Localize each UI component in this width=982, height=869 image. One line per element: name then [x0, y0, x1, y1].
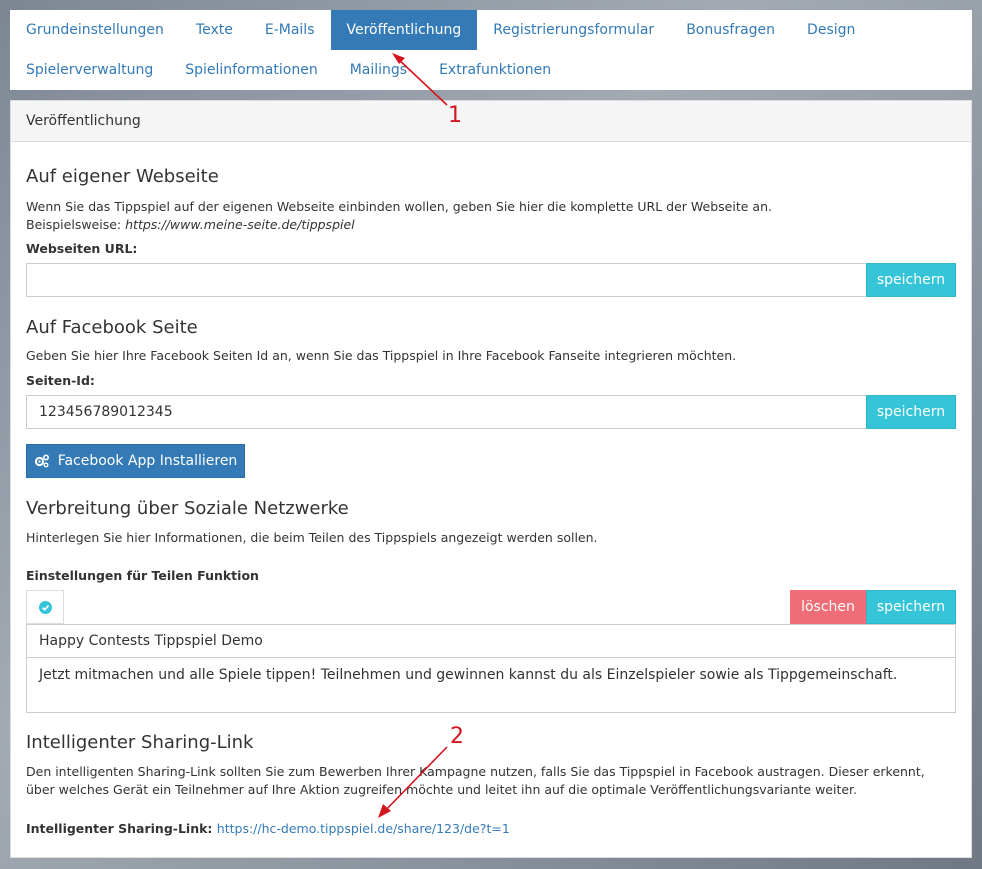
website-description: Wenn Sie das Tippspiel auf der eigenen W… [26, 199, 772, 214]
tab-bonusfragen[interactable]: Bonusfragen [670, 10, 791, 50]
website-url-input[interactable] [26, 263, 866, 297]
tab-texte[interactable]: Texte [180, 10, 249, 50]
share-settings-label: Einstellungen für Teilen Funktion [26, 568, 259, 583]
annotation-label-1: 1 [448, 103, 462, 128]
facebook-save-button[interactable]: speichern [866, 395, 956, 429]
share-delete-button[interactable]: löschen [790, 590, 866, 624]
share-toolbar: löschen speichern [26, 590, 956, 624]
facebook-id-label: Seiten-Id: [26, 373, 95, 388]
facebook-id-input[interactable]: 123456789012345 [26, 395, 866, 429]
tab-mailings[interactable]: Mailings [334, 50, 423, 90]
gears-icon [34, 454, 49, 468]
tab-spielerverwaltung[interactable]: Spielerverwaltung [10, 50, 169, 90]
sharing-link-description: Den intelligenten Sharing-Link sollten S… [26, 764, 925, 797]
website-url-group: speichern [26, 263, 956, 297]
website-save-button[interactable]: speichern [866, 263, 956, 297]
tab-design[interactable]: Design [791, 10, 871, 50]
tab-veroeffentlichung[interactable]: Veröffentlichung [330, 10, 478, 50]
share-title-input[interactable]: Happy Contests Tippspiel Demo [26, 624, 956, 658]
tab-registrierungsformular[interactable]: Registrierungsformular [477, 10, 670, 50]
facebook-description: Geben Sie hier Ihre Facebook Seiten Id a… [26, 348, 737, 363]
facebook-install-label: Facebook App Installieren [57, 453, 238, 469]
share-save-button[interactable]: speichern [866, 590, 956, 624]
tab-spielinformationen[interactable]: Spielinformationen [169, 50, 333, 90]
tab-panel: Grundeinstellungen Texte E-Mails Veröffe… [10, 10, 972, 90]
website-example-url: https://www.meine-seite.de/tippspiel [125, 217, 355, 232]
sharing-link-row: Intelligenter Sharing-Link: https://hc-d… [26, 821, 510, 836]
tab-row-1: Grundeinstellungen Texte E-Mails Veröffe… [10, 10, 871, 50]
sharing-link-heading: Intelligenter Sharing-Link [26, 732, 254, 753]
facebook-id-group: 123456789012345 speichern [26, 395, 956, 429]
check-circle-icon [38, 600, 52, 614]
social-heading: Verbreitung über Soziale Netzwerke [26, 498, 349, 519]
facebook-heading: Auf Facebook Seite [26, 317, 198, 338]
share-text-area[interactable]: Jetzt mitmachen und alle Spiele tippen! … [26, 657, 956, 713]
tab-grundeinstellungen[interactable]: Grundeinstellungen [10, 10, 180, 50]
panel-title: Veröffentlichung [11, 101, 971, 142]
social-description: Hinterlegen Sie hier Informationen, die … [26, 530, 598, 545]
website-example: Beispielsweise: https://www.meine-seite.… [26, 216, 956, 234]
tab-extrafunktionen[interactable]: Extrafunktionen [423, 50, 567, 90]
publication-panel: Veröffentlichung Auf eigener Webseite We… [10, 100, 972, 858]
facebook-install-button[interactable]: Facebook App Installieren [26, 444, 245, 478]
sharing-link-url[interactable]: https://hc-demo.tippspiel.de/share/123/d… [217, 821, 510, 836]
website-heading: Auf eigener Webseite [26, 166, 219, 187]
share-active-toggle[interactable] [26, 590, 64, 624]
sharing-link-label: Intelligenter Sharing-Link: [26, 821, 213, 836]
annotation-label-2: 2 [450, 724, 464, 749]
website-example-prefix: Beispielsweise: [26, 217, 122, 232]
website-url-label: Webseiten URL: [26, 241, 138, 256]
tab-row-2: Spielerverwaltung Spielinformationen Mai… [10, 50, 567, 90]
tab-emails[interactable]: E-Mails [249, 10, 331, 50]
